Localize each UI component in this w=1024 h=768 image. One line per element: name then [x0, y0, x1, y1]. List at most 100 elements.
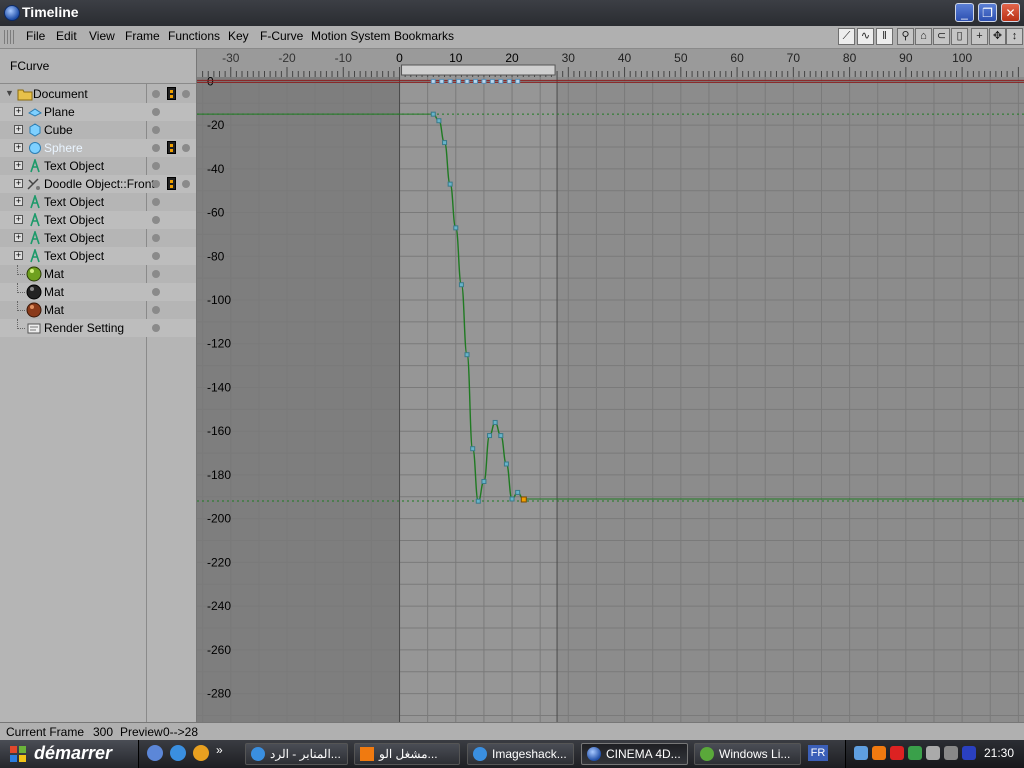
menu-key[interactable]: Key [228, 29, 249, 43]
tree-row[interactable]: Mat [0, 265, 196, 283]
task-button-windows-live[interactable]: Windows Li... [694, 743, 801, 765]
app-tray-icon[interactable] [962, 746, 976, 760]
fcurve-mode-icon[interactable]: ∿ [857, 28, 874, 45]
expand-icon[interactable]: + [14, 107, 23, 116]
track-dot-icon[interactable] [152, 144, 160, 152]
task-button-cinema4d[interactable]: CINEMA 4D... [581, 743, 688, 765]
move-icon[interactable]: ✥ [989, 28, 1006, 45]
tree-row[interactable]: + Text Object [0, 229, 196, 247]
tree-row[interactable]: + Text Object [0, 193, 196, 211]
task-button-player[interactable]: مشغل الو... [354, 743, 460, 765]
volume-icon[interactable] [944, 746, 958, 760]
menu-frame[interactable]: Frame [125, 29, 160, 43]
tree-row[interactable]: ▼ Document [0, 85, 196, 103]
tree-row[interactable]: Mat [0, 283, 196, 301]
menu-file[interactable]: File [26, 29, 45, 43]
vlc-tray-icon[interactable] [872, 746, 886, 760]
link-icon[interactable]: ⊂ [933, 28, 950, 45]
media-player-icon[interactable] [193, 745, 209, 761]
messenger-icon[interactable] [908, 746, 922, 760]
menu-view[interactable]: View [89, 29, 115, 43]
track-dot-icon[interactable] [152, 270, 160, 278]
menu-bar: File Edit View Frame Functions Key F-Cur… [0, 26, 1024, 49]
scroll-down-icon[interactable]: ↕ [1006, 28, 1023, 45]
preview-range-shade [399, 77, 558, 722]
expand-icon[interactable]: + [14, 233, 23, 242]
start-button[interactable]: démarrer [0, 740, 139, 768]
track-dot-icon[interactable] [152, 216, 160, 224]
tree-row[interactable]: + Doodle Object::Front [0, 175, 196, 193]
tree-row[interactable]: + Text Object [0, 247, 196, 265]
quicklaunch-expand-icon[interactable]: » [216, 743, 226, 759]
settings-tray-icon[interactable] [926, 746, 940, 760]
track-dot-icon[interactable] [152, 90, 160, 98]
tree-row[interactable]: Mat [0, 301, 196, 319]
fcurve-key-point [498, 433, 504, 439]
expand-icon[interactable]: + [14, 179, 23, 188]
minimize-button[interactable]: _ [955, 3, 974, 22]
track-dot-icon[interactable] [152, 234, 160, 242]
key-mode-icon[interactable]: ⟋ [838, 28, 855, 45]
track-dot-icon[interactable] [152, 306, 160, 314]
track-dot-icon[interactable] [152, 252, 160, 260]
expand-icon[interactable]: + [14, 197, 23, 206]
close-button[interactable]: ✕ [1001, 3, 1020, 22]
tree-item-label: Cube [44, 123, 73, 137]
expand-icon[interactable]: + [14, 143, 23, 152]
expand-icon[interactable]: + [14, 251, 23, 260]
fcurve-key-point [458, 282, 464, 288]
track-dot-icon[interactable] [152, 198, 160, 206]
x-tick-label: 50 [674, 51, 688, 65]
language-indicator[interactable]: FR [808, 745, 828, 761]
fcurve-graph[interactable]: -30 -20 -10 0 10 20 30 40 50 60 70 80 90 100 0 -20 -40 -6… [197, 49, 1024, 722]
track-dot-icon[interactable] [182, 180, 190, 188]
task-button-forum[interactable]: المنابر - الرد... [245, 743, 348, 765]
add-icon[interactable]: + [971, 28, 988, 45]
system-tray: 21:30 [845, 740, 1024, 768]
fcurve-key-point [447, 181, 453, 187]
tree-row[interactable]: + Text Object [0, 211, 196, 229]
dopesheet-mode-icon[interactable]: ‖ [876, 28, 893, 45]
track-dot-icon[interactable] [152, 126, 160, 134]
network-icon[interactable] [854, 746, 868, 760]
track-dot-icon[interactable] [152, 180, 160, 188]
track-dot-icon[interactable] [152, 108, 160, 116]
tree-row[interactable]: Render Setting [0, 319, 196, 337]
track-dot-icon[interactable] [152, 288, 160, 296]
keyframe-marker-icon[interactable] [167, 141, 176, 154]
zoom-icon[interactable]: ⚲ [897, 28, 914, 45]
grip-handle-icon[interactable] [4, 30, 14, 44]
task-button-imageshack[interactable]: Imageshack... [467, 743, 574, 765]
keyframe-marker-icon[interactable] [167, 177, 176, 190]
tree-row[interactable]: + Sphere [0, 139, 196, 157]
track-dot-icon[interactable] [182, 144, 190, 152]
tree-item-label: Doodle Object::Front [44, 177, 155, 191]
y-tick-label: -120 [207, 337, 231, 351]
tree-row[interactable]: + Text Object [0, 157, 196, 175]
security-icon[interactable] [890, 746, 904, 760]
home-icon[interactable]: ⌂ [915, 28, 932, 45]
expand-icon[interactable]: + [14, 125, 23, 134]
collapse-arrow-icon[interactable]: ▼ [5, 88, 14, 98]
internet-explorer-icon[interactable] [170, 745, 186, 761]
menu-motion-system[interactable]: Motion System [311, 29, 390, 43]
menu-edit[interactable]: Edit [56, 29, 77, 43]
tree-row[interactable]: + Plane [0, 103, 196, 121]
internet-explorer-icon [251, 747, 265, 761]
expand-icon[interactable]: + [14, 161, 23, 170]
menu-bookmarks[interactable]: Bookmarks [394, 29, 454, 43]
track-dot-icon[interactable] [152, 324, 160, 332]
expand-icon[interactable]: + [14, 215, 23, 224]
menu-fcurve[interactable]: F-Curve [260, 29, 303, 43]
track-dot-icon[interactable] [152, 162, 160, 170]
show-desktop-icon[interactable] [147, 745, 163, 761]
fcurve-graph-svg[interactable]: -30 -20 -10 0 10 20 30 40 50 60 70 80 90 1000-20-40-6… [197, 49, 1024, 722]
tree-row[interactable]: + Cube [0, 121, 196, 139]
keyframe-marker-icon[interactable] [167, 87, 176, 100]
maximize-button[interactable]: ❐ [978, 3, 997, 22]
menu-functions[interactable]: Functions [168, 29, 220, 43]
frame-range-icon[interactable]: ▯ [951, 28, 968, 45]
tree-item-label: Text Object [44, 213, 105, 227]
track-dot-icon[interactable] [182, 90, 190, 98]
y-tick-label: -100 [207, 293, 231, 307]
